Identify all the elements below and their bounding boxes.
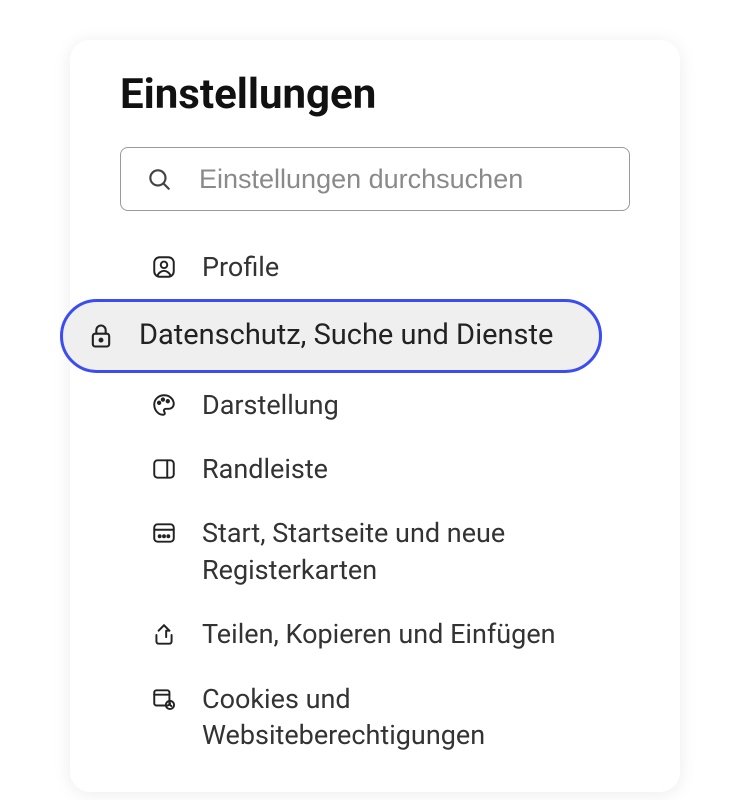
search-input[interactable] bbox=[199, 164, 605, 195]
palette-icon bbox=[150, 391, 178, 419]
nav-item-privacy[interactable]: Datenschutz, Suche und Dienste bbox=[120, 299, 630, 372]
nav-label: Randleiste bbox=[202, 451, 328, 487]
nav-label: Cookies und Websiteberechtigungen bbox=[202, 681, 630, 754]
settings-nav: Profile Datenschutz, Suche und Dienste bbox=[120, 235, 630, 768]
nav-label: Profile bbox=[202, 249, 279, 285]
nav-item-cookies[interactable]: Cookies und Websiteberechtigungen bbox=[120, 667, 630, 768]
nav-item-sidebar[interactable]: Randleiste bbox=[120, 437, 630, 501]
search-box[interactable] bbox=[120, 147, 630, 211]
profile-icon bbox=[150, 253, 178, 281]
nav-label: Teilen, Kopieren und Einfügen bbox=[202, 616, 556, 652]
nav-item-share[interactable]: Teilen, Kopieren und Einfügen bbox=[120, 602, 630, 666]
nav-label: Datenschutz, Suche und Dienste bbox=[139, 316, 553, 355]
nav-item-profiles[interactable]: Profile bbox=[120, 235, 630, 299]
nav-label: Darstellung bbox=[202, 387, 339, 423]
nav-label: Start, Startseite und neue Registerkarte… bbox=[202, 515, 630, 588]
lock-icon bbox=[87, 322, 115, 350]
home-tab-icon bbox=[150, 519, 178, 547]
nav-item-appearance[interactable]: Darstellung bbox=[120, 373, 630, 437]
share-icon bbox=[150, 621, 178, 649]
sidebar-panel-icon bbox=[150, 455, 178, 483]
cookies-permissions-icon bbox=[150, 685, 178, 713]
settings-panel: Einstellungen Profile bbox=[70, 40, 680, 792]
search-icon bbox=[145, 165, 173, 193]
nav-item-start[interactable]: Start, Startseite und neue Registerkarte… bbox=[120, 501, 630, 602]
page-title: Einstellungen bbox=[120, 70, 630, 119]
